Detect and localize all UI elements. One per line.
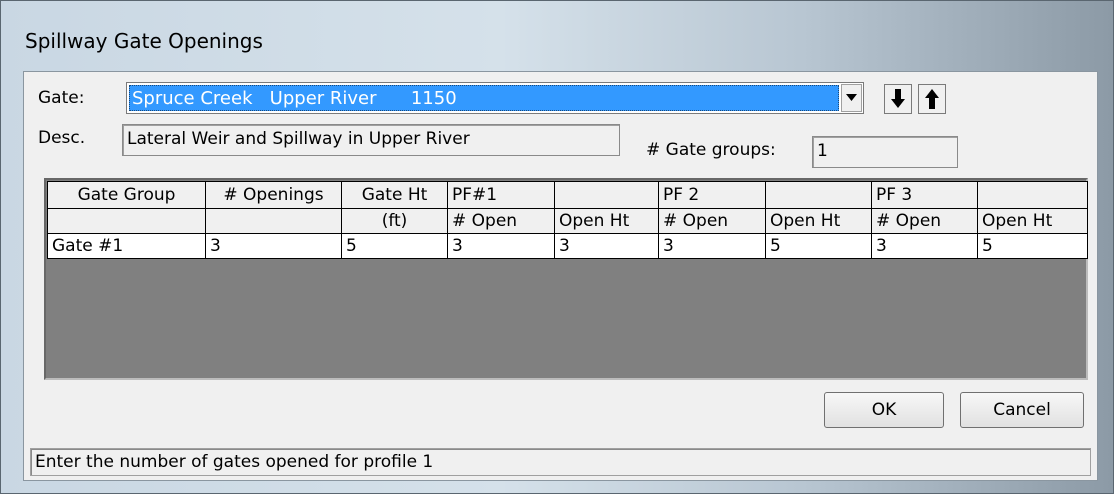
dialog-client-area: Gate: Spruce Creek Upper River 1150 Desc…: [23, 71, 1098, 481]
header2-pf1-open: # Open: [447, 208, 555, 234]
header-row-1: Gate Group # Openings Gate Ht PF#1 PF 2 …: [47, 181, 1088, 209]
cell-pf3-open-ht[interactable]: 5: [977, 233, 1088, 259]
gate-openings-table: Gate Group # Openings Gate Ht PF#1 PF 2 …: [47, 181, 1088, 259]
header-pf3-blank: [977, 181, 1088, 209]
dialog-window: Spillway Gate Openings Gate: Spruce Cree…: [0, 0, 1114, 494]
header-gate-ht: Gate Ht: [341, 181, 448, 209]
header2-pf2-open: # Open: [658, 208, 766, 234]
gate-label: Gate:: [38, 88, 85, 108]
table-row[interactable]: Gate #1 3 5 3 3 3 5 3 5: [47, 233, 1088, 259]
chevron-down-icon[interactable]: [841, 84, 862, 112]
header-row-2: (ft) # Open Open Ht # Open Open Ht # Ope…: [47, 208, 1088, 234]
window-title: Spillway Gate Openings: [25, 29, 263, 53]
desc-field[interactable]: Lateral Weir and Spillway in Upper River: [122, 124, 620, 156]
arrow-up-icon: [925, 89, 939, 109]
gate-groups-label: # Gate groups:: [646, 140, 776, 160]
header2-pf3-open-ht: Open Ht: [977, 208, 1088, 234]
header-pf1-blank: [554, 181, 659, 209]
desc-label: Desc.: [38, 128, 86, 148]
cell-pf2-open[interactable]: 3: [658, 233, 766, 259]
gate-select[interactable]: Spruce Creek Upper River 1150: [126, 82, 864, 114]
cell-gate-group[interactable]: Gate #1: [47, 233, 206, 259]
gate-openings-grid[interactable]: Gate Group # Openings Gate Ht PF#1 PF 2 …: [44, 178, 1088, 380]
header2-gate-group: [47, 208, 206, 234]
move-up-button[interactable]: [918, 84, 946, 114]
cell-pf2-open-ht[interactable]: 5: [765, 233, 872, 259]
cell-gate-ht[interactable]: 5: [341, 233, 448, 259]
header2-units: (ft): [341, 208, 448, 234]
header-openings: # Openings: [205, 181, 342, 209]
header-pf2: PF 2: [658, 181, 766, 209]
cell-openings[interactable]: 3: [205, 233, 342, 259]
ok-button[interactable]: OK: [824, 392, 944, 428]
header2-pf2-open-ht: Open Ht: [765, 208, 872, 234]
status-bar: Enter the number of gates opened for pro…: [30, 448, 1091, 476]
move-down-button[interactable]: [884, 84, 912, 114]
cell-pf1-open[interactable]: 3: [447, 233, 555, 259]
arrow-down-icon: [891, 89, 905, 108]
header-pf3: PF 3: [871, 181, 978, 209]
header2-openings: [205, 208, 342, 234]
header2-pf1-open-ht: Open Ht: [554, 208, 659, 234]
header-pf2-blank: [765, 181, 872, 209]
header-gate-group: Gate Group: [47, 181, 206, 209]
gate-select-value[interactable]: Spruce Creek Upper River 1150: [129, 85, 839, 111]
gate-groups-field[interactable]: 1: [812, 136, 958, 168]
cancel-button[interactable]: Cancel: [960, 392, 1084, 428]
header2-pf3-open: # Open: [871, 208, 978, 234]
cell-pf3-open[interactable]: 3: [871, 233, 978, 259]
cell-pf1-open-ht[interactable]: 3: [554, 233, 659, 259]
header-pf1: PF#1: [447, 181, 555, 209]
